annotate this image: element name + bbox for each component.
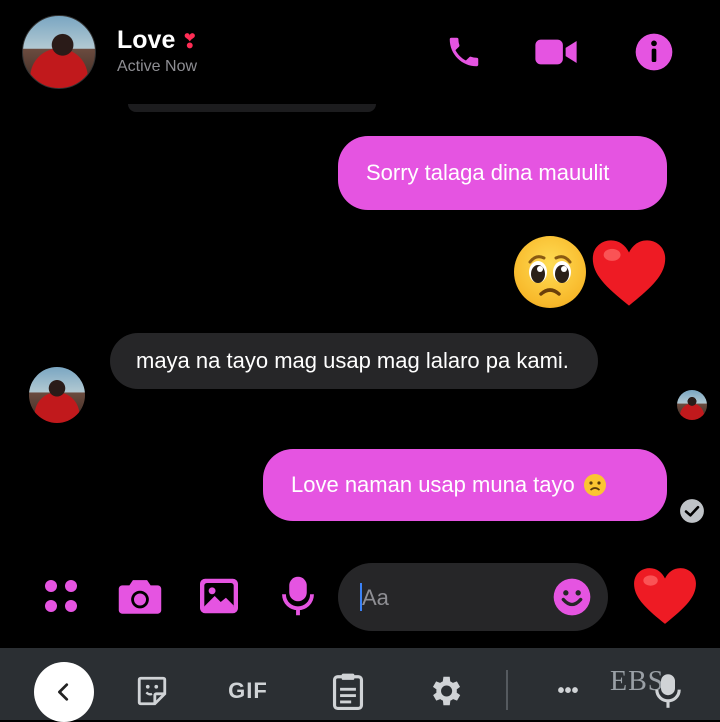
apps-icon[interactable] [37, 572, 85, 620]
outgoing-message[interactable]: Sorry talaga dina mauulit [338, 136, 667, 210]
contact-avatar[interactable] [22, 15, 96, 89]
contact-name-text: Love [117, 26, 176, 54]
message-text: Love naman usap muna tayo [291, 472, 575, 497]
video-call-icon[interactable] [534, 32, 578, 72]
clipboard-icon[interactable] [326, 664, 370, 718]
settings-icon[interactable] [422, 664, 468, 718]
mic-icon[interactable] [274, 572, 322, 620]
text-cursor [360, 583, 362, 611]
gif-button[interactable]: GIF [220, 664, 276, 718]
active-status: Active Now [117, 58, 198, 75]
gallery-icon[interactable] [195, 572, 243, 620]
delivered-check-icon [679, 498, 705, 529]
heart-exclamation-emoji: ❣ [181, 31, 199, 53]
toolbar-separator [506, 670, 508, 710]
camera-icon[interactable] [116, 572, 164, 620]
header-divider [128, 104, 376, 112]
more-options-button[interactable]: ••• [546, 664, 590, 718]
voice-mic-icon[interactable] [650, 664, 686, 718]
message-input[interactable] [360, 581, 544, 615]
back-chevron-icon[interactable] [34, 662, 94, 722]
info-icon[interactable] [632, 32, 676, 72]
outgoing-message[interactable]: Love naman usap muna tayo [263, 449, 667, 521]
sticker-icon[interactable] [130, 664, 174, 718]
phone-icon[interactable] [442, 32, 486, 72]
pleading-face-emoji[interactable] [514, 236, 586, 308]
emoji-icon[interactable] [552, 577, 592, 617]
incoming-message[interactable]: maya na tayo mag usap mag lalaro pa kami… [110, 333, 598, 389]
red-heart-emoji[interactable] [590, 238, 668, 313]
message-text: maya na tayo mag usap mag lalaro pa kami… [136, 348, 569, 373]
contact-name[interactable]: Love ❣ [117, 26, 198, 55]
seen-receipt-avatar [677, 390, 707, 420]
sender-avatar[interactable] [29, 367, 85, 423]
message-input-container[interactable] [338, 563, 608, 631]
like-heart-icon[interactable] [632, 566, 698, 631]
sad-face-emoji [583, 473, 607, 497]
message-text: Sorry talaga dina mauulit [366, 160, 610, 185]
